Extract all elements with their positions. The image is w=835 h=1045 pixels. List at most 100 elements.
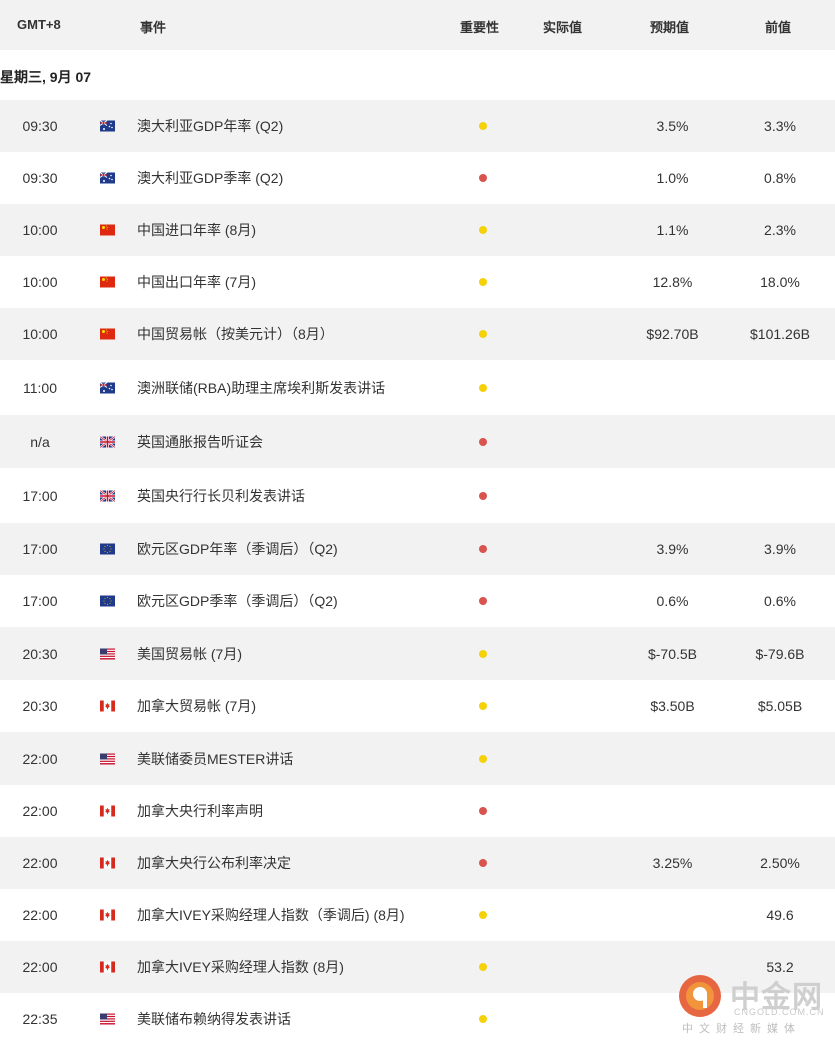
importance-medium-dot: [479, 963, 487, 971]
event-time: 09:30: [22, 118, 58, 134]
importance-high-dot: [479, 174, 487, 182]
event-name[interactable]: 澳大利亚GDP季率 (Q2): [137, 168, 283, 188]
forecast-value: 3.9%: [656, 541, 689, 557]
table-header: GMT+8 事件 重要性 实际值 预期值 前值: [0, 0, 835, 50]
event-time: 10:00: [22, 326, 58, 342]
table-row[interactable]: 09:30 澳大利亚GDP年率 (Q2) 3.5% 3.3%: [0, 100, 835, 152]
importance-medium-dot: [479, 911, 487, 919]
importance-medium-dot: [479, 278, 487, 286]
table-row[interactable]: 20:30 美国贸易帐 (7月) $-70.5B $-79.6B: [0, 627, 835, 680]
table-row[interactable]: 17:00 欧元区GDP季率（季调后）（Q2) 0.6% 0.6%: [0, 575, 835, 627]
previous-value: 3.3%: [764, 118, 796, 134]
header-actual: 实际值: [543, 20, 583, 35]
event-name[interactable]: 澳洲联储(RBA)助理主席埃利斯发表讲话: [137, 378, 385, 398]
header-importance: 重要性: [460, 20, 500, 35]
table-row[interactable]: 10:00 中国进口年率 (8月) 1.1% 2.3%: [0, 204, 835, 256]
header-event: 事件: [140, 20, 167, 35]
date-label: 星期三, 9月 07: [0, 69, 92, 85]
importance-high-dot: [479, 597, 487, 605]
importance-high-dot: [479, 859, 487, 867]
date-group-heading: 星期三, 9月 07: [0, 50, 835, 100]
header-previous: 前值: [765, 20, 792, 35]
event-time: 09:30: [22, 170, 58, 186]
event-name[interactable]: 中国出口年率 (7月): [137, 272, 256, 292]
previous-value: $-79.6B: [755, 645, 805, 662]
event-name[interactable]: 加拿大贸易帐 (7月): [137, 696, 256, 716]
event-name[interactable]: 加拿大IVEY采购经理人指数 (8月): [137, 957, 344, 977]
event-name[interactable]: 美联储委员MESTER讲话: [137, 749, 293, 769]
eu-flag-icon: [100, 595, 115, 607]
previous-value: 2.50%: [760, 855, 800, 871]
importance-medium-dot: [479, 226, 487, 234]
table-row[interactable]: 11:00 澳洲联储(RBA)助理主席埃利斯发表讲话: [0, 360, 835, 415]
forecast-value: 12.8%: [652, 274, 693, 290]
canada-flag-icon: [100, 857, 115, 869]
forecast-value: $92.70B: [646, 326, 699, 342]
forecast-value: $-70.5B: [647, 645, 698, 662]
previous-value: 2.3%: [764, 222, 796, 238]
canada-flag-icon: [100, 700, 115, 712]
event-time: 22:00: [22, 907, 58, 923]
table-row[interactable]: 17:00 英国央行行长贝利发表讲话: [0, 468, 835, 523]
forecast-value: 3.5%: [656, 118, 689, 134]
event-time: 22:00: [22, 803, 58, 819]
table-row[interactable]: 22:00 加拿大央行公布利率决定 3.25% 2.50%: [0, 837, 835, 889]
us-flag-icon: [100, 753, 115, 764]
importance-high-dot: [479, 807, 487, 815]
importance-medium-dot: [479, 754, 487, 763]
table-row[interactable]: 22:00 加拿大IVEY采购经理人指数（季调后) (8月) 49.6: [0, 889, 835, 941]
event-name[interactable]: 欧元区GDP年率（季调后）（Q2): [137, 539, 338, 559]
china-flag-icon: [100, 328, 115, 340]
importance-high-dot: [479, 491, 487, 500]
event-time: 22:00: [22, 750, 58, 767]
importance-medium-dot: [479, 330, 487, 338]
event-name[interactable]: 欧元区GDP季率（季调后）（Q2): [137, 591, 338, 611]
event-time: 10:00: [22, 222, 58, 238]
table-row[interactable]: 22:00 美联储委员MESTER讲话: [0, 732, 835, 785]
table-row[interactable]: 10:00 中国贸易帐（按美元计）（8月） $92.70B $101.26B: [0, 308, 835, 360]
event-time: n/a: [30, 433, 50, 450]
forecast-value: 1.1%: [656, 222, 689, 238]
importance-medium-dot: [479, 1015, 487, 1023]
event-time: 22:00: [22, 855, 58, 871]
event-name[interactable]: 加拿大央行利率声明: [137, 801, 263, 821]
table-row[interactable]: 20:30 加拿大贸易帐 (7月) $3.50B $5.05B: [0, 680, 835, 732]
event-time: 11:00: [23, 379, 57, 396]
event-name[interactable]: 中国贸易帐（按美元计）（8月）: [137, 324, 334, 344]
event-name[interactable]: 加拿大IVEY采购经理人指数（季调后) (8月): [137, 905, 405, 925]
table-row[interactable]: 17:00 欧元区GDP年率（季调后）（Q2) 3.9% 3.9%: [0, 523, 835, 575]
uk-flag-icon: [100, 490, 115, 501]
previous-value: 49.6: [766, 907, 794, 923]
event-name[interactable]: 澳大利亚GDP年率 (Q2): [137, 116, 283, 136]
table-row[interactable]: n/a 英国通胀报告听证会: [0, 415, 835, 468]
table-row[interactable]: 09:30 澳大利亚GDP季率 (Q2) 1.0% 0.8%: [0, 152, 835, 204]
importance-medium-dot: [479, 649, 487, 658]
event-name[interactable]: 美联储布赖纳得发表讲话: [137, 1009, 291, 1029]
us-flag-icon: [100, 648, 115, 659]
table-row[interactable]: 10:00 中国出口年率 (7月) 12.8% 18.0%: [0, 256, 835, 308]
forecast-value: 1.0%: [656, 170, 689, 186]
eu-flag-icon: [100, 543, 115, 555]
table-row[interactable]: 22:00 加拿大央行利率声明: [0, 785, 835, 837]
uk-flag-icon: [100, 436, 115, 447]
importance-high-dot: [479, 545, 487, 553]
importance-medium-dot: [479, 702, 487, 710]
header-timezone[interactable]: GMT+8: [17, 17, 61, 32]
event-name[interactable]: 英国央行行长贝利发表讲话: [137, 486, 305, 506]
event-time: 22:35: [22, 1011, 58, 1027]
us-flag-icon: [100, 1013, 115, 1025]
event-name[interactable]: 加拿大央行公布利率决定: [137, 853, 291, 873]
forecast-value: 3.25%: [652, 855, 693, 871]
event-name[interactable]: 美国贸易帐 (7月): [137, 644, 242, 664]
canada-flag-icon: [100, 909, 115, 921]
event-time: 17:00: [22, 541, 58, 557]
importance-high-dot: [479, 437, 487, 446]
forecast-value: $3.50B: [650, 698, 695, 714]
importance-medium-dot: [479, 383, 487, 392]
event-name[interactable]: 英国通胀报告听证会: [137, 432, 263, 452]
forecast-value: 0.6%: [656, 593, 689, 609]
australia-flag-icon: [100, 382, 115, 393]
event-name[interactable]: 中国进口年率 (8月): [137, 220, 256, 240]
australia-flag-icon: [100, 120, 115, 132]
header-forecast: 预期值: [650, 20, 690, 35]
